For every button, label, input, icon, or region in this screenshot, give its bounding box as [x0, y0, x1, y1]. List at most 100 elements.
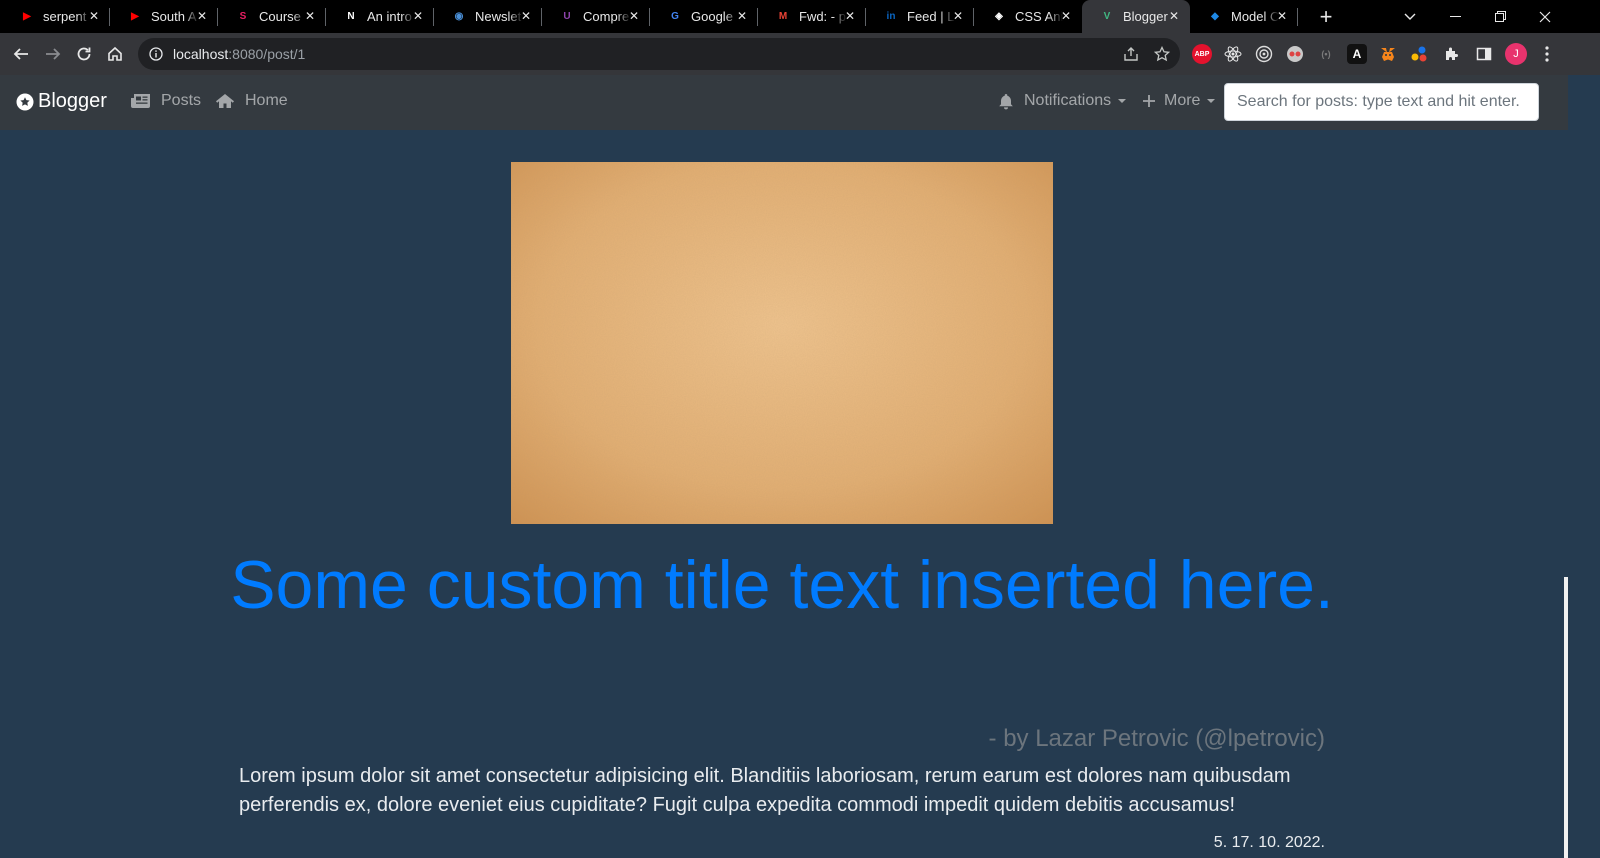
post-byline: - by Lazar Petrovic (@lpetrovic): [988, 725, 1325, 752]
cube-icon: ◆: [1211, 11, 1219, 22]
more-dropdown[interactable]: More: [1142, 92, 1216, 110]
close-tab-icon[interactable]: ✕: [1167, 9, 1181, 23]
browser-tab[interactable]: M Fwd: - p ✕: [758, 0, 866, 33]
brand-link[interactable]: Blogger: [16, 90, 107, 113]
target-icon[interactable]: [1254, 44, 1274, 64]
wave-icon[interactable]: (•): [1316, 44, 1336, 64]
close-tab-icon[interactable]: ✕: [195, 9, 209, 23]
web-icon: N: [347, 11, 355, 22]
nav-posts[interactable]: Posts: [130, 92, 201, 110]
close-tab-icon[interactable]: ✕: [411, 9, 425, 23]
tab-separator: [1297, 8, 1298, 26]
close-window-icon[interactable]: [1522, 0, 1568, 33]
browser-tab-title: Newslet: [475, 9, 522, 24]
google-translate-icon: G: [671, 11, 679, 22]
browser-tab[interactable]: ▶ serpent ✕: [2, 0, 110, 33]
bell-icon: [999, 93, 1013, 109]
restore-icon[interactable]: [1477, 0, 1523, 33]
notifications-dropdown[interactable]: Notifications: [998, 92, 1127, 110]
browser-tab[interactable]: ▶ South A ✕: [110, 0, 218, 33]
browser-tab[interactable]: G Google ✕: [650, 0, 758, 33]
close-tab-icon[interactable]: ✕: [303, 9, 317, 23]
chevron-down-icon: [1207, 99, 1216, 103]
close-tab-icon[interactable]: ✕: [843, 9, 857, 23]
plus-icon: [1143, 95, 1155, 107]
close-tab-icon[interactable]: ✕: [1275, 9, 1289, 23]
nav-posts-label: Posts: [161, 92, 202, 109]
browser-tab[interactable]: U Compre ✕: [542, 0, 650, 33]
compress-icon: U: [563, 11, 571, 22]
post-hero-image: [511, 162, 1053, 524]
browser-tab[interactable]: ◆ Model C ✕: [1190, 0, 1298, 33]
react-icon[interactable]: [1223, 44, 1243, 64]
nav-home[interactable]: Home: [215, 92, 288, 110]
browser-tab-title: Model C: [1231, 9, 1279, 24]
browser-tab-title: Fwd: - p: [799, 9, 846, 24]
linkedin-icon: in: [886, 11, 896, 22]
nav-home-label: Home: [245, 92, 288, 109]
more-label: More: [1164, 92, 1201, 109]
vpn-icon[interactable]: [1285, 44, 1305, 64]
page-scrollbar-thumb[interactable]: [1564, 577, 1568, 858]
bookmark-star-icon[interactable]: [1153, 45, 1171, 63]
post-title: Some custom title text inserted here.: [230, 547, 1334, 623]
post-body: Lorem ipsum dolor sit amet consectetur a…: [239, 765, 1291, 816]
close-tab-icon[interactable]: ✕: [951, 9, 965, 23]
page-scrollbar-track[interactable]: [1568, 75, 1600, 858]
gmail-icon: M: [778, 11, 788, 22]
browser-tab-title: Compre: [583, 9, 630, 24]
share-icon[interactable]: [1122, 45, 1140, 63]
url-host: localhost: [173, 46, 229, 62]
browser-tab[interactable]: S Course ✕: [218, 0, 326, 33]
site-info-icon[interactable]: [148, 46, 164, 62]
browser-tab[interactable]: ◈ CSS Ani ✕: [974, 0, 1082, 33]
chevron-down-icon: [1118, 99, 1127, 103]
browser-tab-title: Course: [259, 9, 301, 24]
brand-label: Blogger: [38, 90, 107, 112]
home-icon[interactable]: [99, 38, 131, 70]
profile-avatar[interactable]: J: [1505, 43, 1527, 65]
close-tab-icon[interactable]: ✕: [87, 9, 101, 23]
app-navbar: Blogger Posts Home Notifications More: [0, 75, 1568, 130]
browser-tab[interactable]: ◉ Newslet ✕: [434, 0, 542, 33]
browser-tab-title: Google: [691, 9, 733, 24]
course-icon: S: [239, 11, 247, 22]
post-date: 5. 17. 10. 2022.: [1213, 834, 1325, 851]
adblock-icon[interactable]: ABP: [1192, 44, 1212, 64]
browser-toolbar: localhost:8080/post/1 ABP (•) A J: [0, 33, 1600, 75]
home-icon: [216, 94, 234, 108]
back-icon[interactable]: [5, 38, 37, 70]
blogger-logo-icon: [16, 93, 34, 110]
browser-tab-strip: + ▶ serpent ✕ ▶ South A ✕ S Course ✕ N An intro ✕ ◉ N…: [0, 0, 1600, 33]
newsletter-icon: ◉: [454, 11, 464, 22]
browser-menu-icon[interactable]: [1537, 44, 1557, 64]
search-input[interactable]: [1224, 83, 1539, 121]
metamask-icon[interactable]: [1378, 44, 1398, 64]
vue-icon: V: [1103, 11, 1111, 22]
youtube-icon: ▶: [23, 11, 31, 22]
new-tab-button[interactable]: +: [1306, 0, 1346, 33]
puzzle-icon[interactable]: [1442, 44, 1462, 64]
browser-tab-title: An intro: [367, 9, 412, 24]
side-panel-icon[interactable]: [1474, 44, 1494, 64]
browser-tab-title: CSS Ani: [1015, 9, 1063, 24]
browser-tab[interactable]: V Blogger ✕: [1082, 0, 1190, 33]
browser-tab-title: serpent: [43, 9, 87, 24]
close-tab-icon[interactable]: ✕: [735, 9, 749, 23]
a-icon[interactable]: A: [1347, 44, 1367, 64]
address-url: localhost:8080/post/1: [173, 46, 305, 62]
minimize-icon[interactable]: [1432, 0, 1478, 33]
browser-tab[interactable]: N An intro ✕: [326, 0, 434, 33]
address-bar[interactable]: localhost:8080/post/1: [138, 38, 1180, 70]
close-tab-icon[interactable]: ✕: [1059, 9, 1073, 23]
forward-icon[interactable]: [37, 38, 69, 70]
url-path: :8080/post/1: [228, 46, 306, 62]
dots-icon[interactable]: [1409, 44, 1429, 64]
close-tab-icon[interactable]: ✕: [627, 9, 641, 23]
notifications-label: Notifications: [1024, 92, 1112, 109]
browser-tab[interactable]: in Feed | L ✕: [866, 0, 974, 33]
reload-icon[interactable]: [68, 38, 100, 70]
tab-search-icon[interactable]: [1387, 0, 1433, 33]
close-tab-icon[interactable]: ✕: [519, 9, 533, 23]
newspaper-icon: [131, 94, 150, 108]
